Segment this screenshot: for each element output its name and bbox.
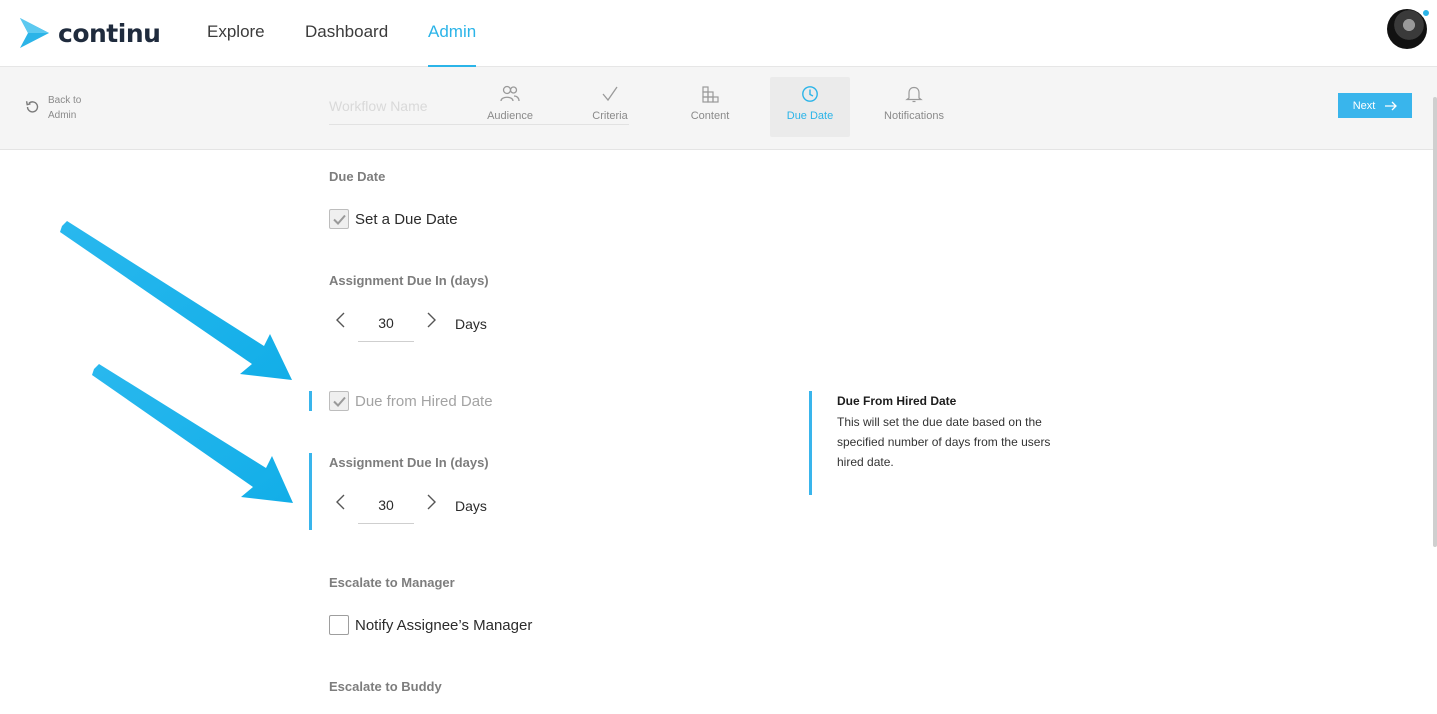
annotation-arrow-1 — [60, 221, 292, 380]
annotation-arrows — [60, 221, 293, 503]
annotation-arrow-2 — [92, 364, 293, 503]
